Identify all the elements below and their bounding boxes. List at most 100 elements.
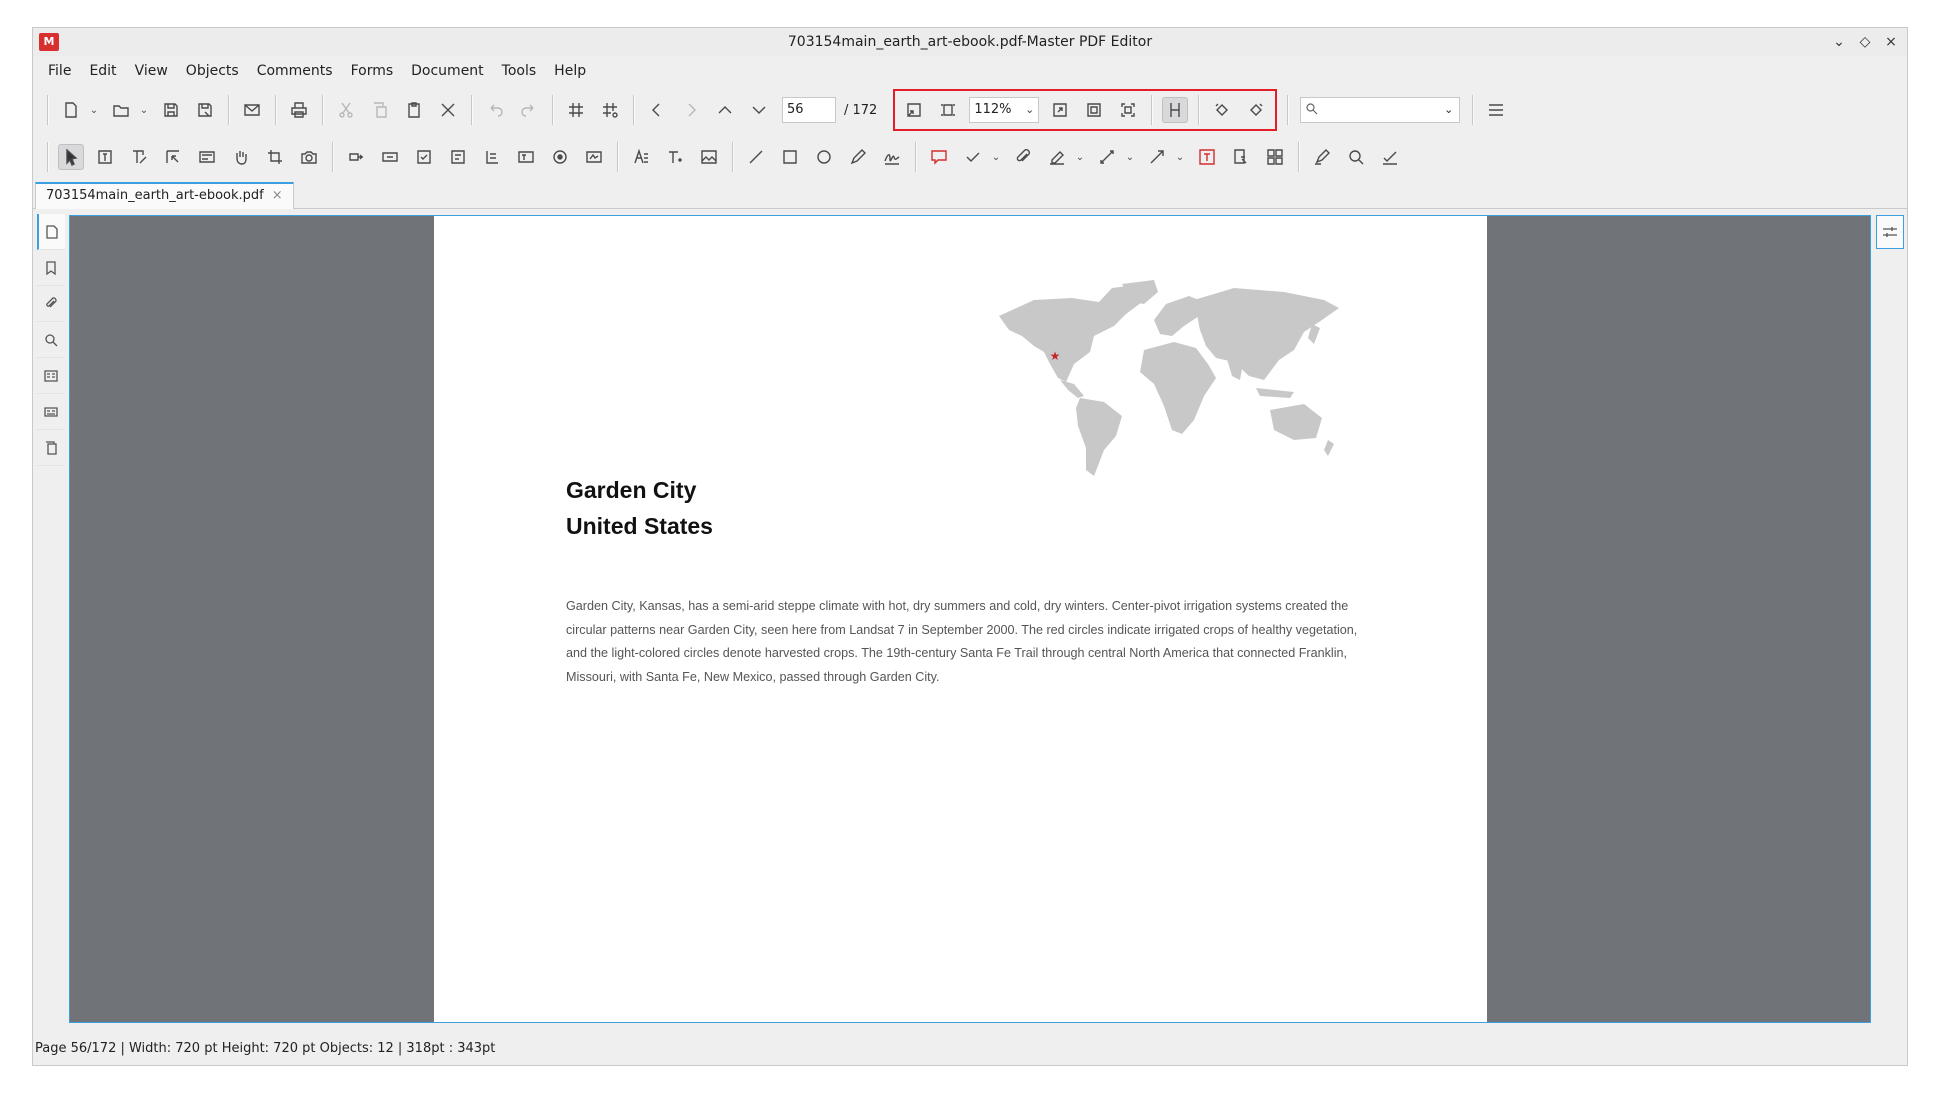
menu-help[interactable]: Help (545, 58, 595, 84)
open-dropdown-icon[interactable]: ⌄ (138, 97, 150, 123)
checkbox-field-tool-button[interactable] (411, 144, 437, 170)
highlight-tool-button[interactable] (1044, 144, 1070, 170)
arrow-tool-button[interactable] (1144, 144, 1170, 170)
document-viewport[interactable]: ★ Garden City United States Garden City,… (69, 215, 1871, 1023)
next-page-button[interactable] (746, 97, 772, 123)
zoom-to-selection-button[interactable] (1115, 97, 1141, 123)
undo-button[interactable] (482, 97, 508, 123)
measure-distance-button[interactable] (1094, 144, 1120, 170)
next-view-button[interactable] (678, 97, 704, 123)
save-button[interactable] (158, 97, 184, 123)
new-dropdown-icon[interactable]: ⌄ (88, 97, 100, 123)
text-field-tool-button[interactable] (513, 144, 539, 170)
arrow-dropdown-icon[interactable]: ⌄ (1174, 144, 1186, 170)
undo-icon (490, 104, 503, 117)
combo-box-tool-button[interactable] (445, 144, 471, 170)
continuous-scroll-button[interactable] (1162, 97, 1189, 123)
hamburger-menu-button[interactable] (1483, 97, 1509, 123)
close-window-button[interactable]: × (1883, 34, 1899, 50)
attach-file-button[interactable] (1010, 144, 1036, 170)
apply-redactions-button[interactable] (1377, 144, 1403, 170)
page-number-input[interactable]: 56 (782, 97, 836, 123)
search-dropdown-icon[interactable]: ⌄ (1444, 98, 1453, 122)
open-button[interactable] (108, 97, 134, 123)
rotate-right-button[interactable] (1243, 97, 1269, 123)
close-tab-icon[interactable]: × (272, 184, 283, 209)
maximize-button[interactable]: ◇ (1857, 34, 1873, 50)
search-panel-button[interactable] (37, 322, 65, 358)
menu-forms[interactable]: Forms (342, 58, 403, 84)
menu-comments[interactable]: Comments (248, 58, 342, 84)
menu-tools[interactable]: Tools (493, 58, 546, 84)
radio-button-tool-button[interactable] (547, 144, 573, 170)
grid-button[interactable] (563, 97, 589, 123)
fit-visible-button[interactable] (1081, 97, 1107, 123)
save-as-button[interactable] (192, 97, 218, 123)
toolbar-separator (47, 142, 48, 172)
email-button[interactable] (239, 97, 265, 123)
link-tool-button[interactable] (343, 144, 369, 170)
crop-tool-button[interactable] (262, 144, 288, 170)
edit-object-tool-button[interactable] (160, 144, 186, 170)
find-redact-button[interactable] (1343, 144, 1369, 170)
delete-button[interactable] (435, 97, 461, 123)
previous-page-button[interactable] (712, 97, 738, 123)
organize-pages-button[interactable] (1262, 144, 1288, 170)
stamp-check-button[interactable] (960, 144, 986, 170)
bookmarks-panel-button[interactable] (37, 250, 65, 286)
add-image-button[interactable] (696, 144, 722, 170)
pencil-tool-button[interactable] (845, 144, 871, 170)
redo-button[interactable] (516, 97, 542, 123)
previous-view-button[interactable] (644, 97, 670, 123)
signatures-panel-button[interactable] (37, 394, 65, 430)
add-text-button[interactable] (662, 144, 688, 170)
menu-document[interactable]: Document (402, 58, 493, 84)
edit-text-tool-button[interactable] (126, 144, 152, 170)
edit-forms-tool-button[interactable] (194, 144, 220, 170)
document-tab[interactable]: 703154main_earth_art-ebook.pdf × (35, 182, 294, 209)
sign-tool-button[interactable] (879, 144, 905, 170)
line-tool-button[interactable] (743, 144, 769, 170)
search-field[interactable]: ⌄ (1300, 97, 1461, 123)
menu-edit[interactable]: Edit (80, 58, 125, 84)
signature-field-tool-button[interactable] (581, 144, 607, 170)
cut-button[interactable] (333, 97, 359, 123)
actual-size-button[interactable] (901, 97, 927, 123)
new-document-button[interactable] (58, 97, 84, 123)
textbox-annotation-button[interactable] (1194, 144, 1220, 170)
copy-button[interactable] (367, 97, 393, 123)
search-input[interactable] (1321, 98, 1452, 122)
pdf-page[interactable]: ★ Garden City United States Garden City,… (434, 216, 1487, 1022)
layers-panel-button[interactable] (37, 358, 65, 394)
comment-tool-button[interactable] (926, 144, 952, 170)
menu-objects[interactable]: Objects (177, 58, 248, 84)
select-tool-button[interactable] (58, 144, 84, 170)
snapshot-tool-button[interactable] (296, 144, 322, 170)
minimize-button[interactable]: ⌄ (1831, 34, 1847, 50)
fit-page-button[interactable] (935, 97, 961, 123)
stamp-dropdown-icon[interactable]: ⌄ (990, 144, 1002, 170)
redact-tool-button[interactable] (1309, 144, 1335, 170)
list-box-tool-button[interactable] (479, 144, 505, 170)
add-text-block-button[interactable] (628, 144, 654, 170)
print-button[interactable] (286, 97, 312, 123)
attachments-panel-button[interactable] (37, 286, 65, 322)
pages-panel-button[interactable] (37, 214, 65, 250)
insert-page-button[interactable] (1228, 144, 1254, 170)
rotate-left-button[interactable] (1209, 97, 1235, 123)
text-select-tool-button[interactable] (92, 144, 118, 170)
rectangle-tool-button[interactable] (777, 144, 803, 170)
hand-tool-button[interactable] (228, 144, 254, 170)
object-inspector-button[interactable] (37, 430, 65, 466)
button-field-tool-button[interactable] (377, 144, 403, 170)
snap-grid-button[interactable] (597, 97, 623, 123)
ellipse-tool-button[interactable] (811, 144, 837, 170)
menu-file[interactable]: File (39, 58, 80, 84)
properties-panel-button[interactable] (1876, 215, 1904, 249)
measure-dropdown-icon[interactable]: ⌄ (1124, 144, 1136, 170)
fit-width-button[interactable] (1047, 97, 1073, 123)
menu-view[interactable]: View (126, 58, 177, 84)
zoom-select[interactable]: 112% ⌄ (969, 97, 1040, 123)
paste-button[interactable] (401, 97, 427, 123)
highlight-dropdown-icon[interactable]: ⌄ (1074, 144, 1086, 170)
